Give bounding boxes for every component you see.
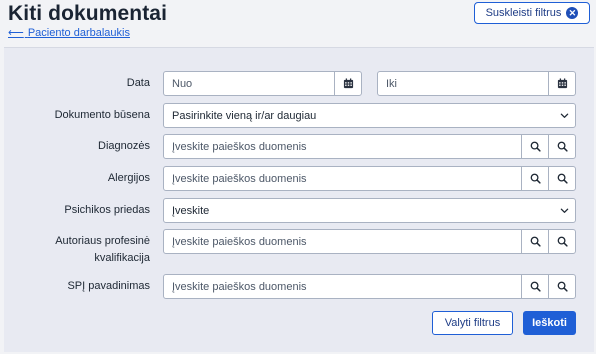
author-qualification-label-line1: Autoriaus profesinė bbox=[55, 235, 150, 247]
diagnoses-search-button-2[interactable] bbox=[548, 135, 575, 158]
spi-name-label: SPĮ pavadinimas bbox=[67, 280, 150, 292]
author-qualification-label: Autoriaus profesinė kvalifikacija bbox=[4, 234, 150, 266]
diagnoses-field[interactable]: Įveskite paieškos duomenis bbox=[163, 134, 576, 159]
calendar-from-button[interactable] bbox=[334, 72, 361, 95]
search-icon bbox=[557, 141, 568, 152]
search-icon bbox=[530, 173, 541, 184]
spi-name-field[interactable]: Įveskite paieškos duomenis bbox=[163, 274, 576, 299]
allergies-search-button-1[interactable] bbox=[521, 167, 548, 190]
close-circle-icon: ✕ bbox=[566, 7, 579, 19]
psych-appendix-select[interactable]: Įveskite bbox=[163, 198, 576, 223]
allergies-search-button-2[interactable] bbox=[548, 167, 575, 190]
back-arrow-icon: ⟵ bbox=[8, 27, 24, 39]
calendar-icon bbox=[557, 78, 568, 89]
clear-filters-button[interactable]: Valyti filtrus bbox=[432, 311, 513, 335]
date-label: Data bbox=[126, 77, 150, 89]
diagnoses-label: Diagnozės bbox=[98, 140, 150, 152]
date-to-placeholder: Iki bbox=[386, 77, 397, 90]
collapse-filters-label: Suskleisti filtrus bbox=[485, 7, 562, 19]
document-status-label: Dokumento būsena bbox=[54, 109, 150, 121]
spi-search-button-1[interactable] bbox=[521, 275, 548, 298]
author-qualification-label-line2: kvalifikacija bbox=[94, 252, 150, 264]
page-title: Kiti dokumentai bbox=[8, 2, 168, 25]
back-link-patient-dashboard[interactable]: ⟵ Paciento darbalaukis bbox=[8, 26, 130, 39]
date-from-placeholder: Nuo bbox=[172, 77, 193, 90]
search-icon bbox=[557, 281, 568, 292]
diagnoses-placeholder: Įveskite paieškos duomenis bbox=[172, 140, 307, 153]
diagnoses-search-button-1[interactable] bbox=[521, 135, 548, 158]
chevron-down-icon bbox=[553, 208, 575, 214]
chevron-down-icon bbox=[553, 113, 575, 119]
collapse-filters-button[interactable]: Suskleisti filtrus ✕ bbox=[474, 2, 590, 24]
search-icon bbox=[530, 281, 541, 292]
psych-appendix-value: Įveskite bbox=[172, 204, 210, 217]
date-from-field[interactable]: Nuo bbox=[163, 71, 362, 96]
allergies-placeholder: Įveskite paieškos duomenis bbox=[172, 172, 307, 185]
author-search-button-2[interactable] bbox=[548, 230, 575, 253]
spi-name-placeholder: Įveskite paieškos duomenis bbox=[172, 280, 307, 293]
allergies-label: Alergijos bbox=[107, 172, 150, 184]
filter-panel: Data Nuo Iki Dokumento būsena Pasirinkit… bbox=[4, 47, 594, 352]
psych-appendix-label: Psichikos priedas bbox=[64, 204, 150, 216]
spi-search-button-2[interactable] bbox=[548, 275, 575, 298]
search-icon bbox=[530, 141, 541, 152]
allergies-field[interactable]: Įveskite paieškos duomenis bbox=[163, 166, 576, 191]
author-qualification-placeholder: Įveskite paieškos duomenis bbox=[172, 235, 307, 248]
search-icon bbox=[530, 236, 541, 247]
search-icon bbox=[557, 173, 568, 184]
calendar-icon bbox=[343, 78, 354, 89]
document-status-value: Pasirinkite vieną ir/ar daugiau bbox=[172, 109, 317, 122]
document-status-select[interactable]: Pasirinkite vieną ir/ar daugiau bbox=[163, 103, 576, 128]
back-link-label: Paciento darbalaukis bbox=[27, 27, 130, 39]
search-button[interactable]: Ieškoti bbox=[523, 311, 576, 335]
author-qualification-field[interactable]: Įveskite paieškos duomenis bbox=[163, 229, 576, 254]
date-to-field[interactable]: Iki bbox=[377, 71, 576, 96]
search-icon bbox=[557, 236, 568, 247]
calendar-to-button[interactable] bbox=[548, 72, 575, 95]
author-search-button-1[interactable] bbox=[521, 230, 548, 253]
